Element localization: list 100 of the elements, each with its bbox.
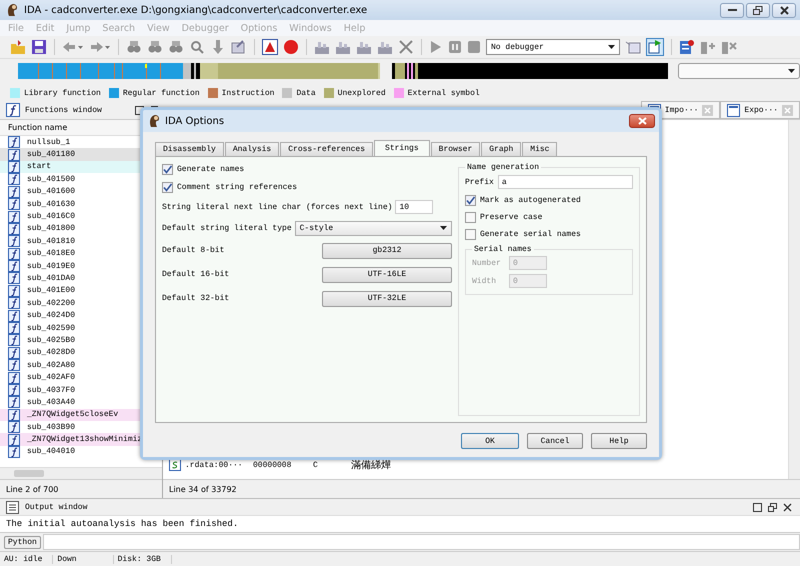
function-row[interactable]: sub_402590 — [0, 322, 162, 334]
view-tab[interactable]: Expo··· — [720, 101, 800, 119]
stop-icon[interactable] — [467, 39, 481, 55]
minimize-button[interactable] — [720, 2, 744, 18]
output-message: The initial autoanalysis has been finished. — [6, 519, 238, 529]
function-row[interactable]: sub_4025B0 — [0, 334, 162, 347]
function-icon — [8, 222, 20, 235]
dialog-tab[interactable]: Disassembly — [155, 142, 224, 156]
checkbox-label: Mark as autogenerated — [480, 196, 581, 205]
encoding-button[interactable]: gb2312 — [322, 242, 452, 258]
literal-type-dropdown[interactable]: C-style — [294, 220, 452, 236]
function-row[interactable]: sub_4024D0 — [0, 309, 162, 322]
next-line-char-field[interactable]: 10 — [395, 200, 434, 214]
segment-dropdown[interactable] — [678, 63, 800, 79]
checkbox[interactable] — [162, 164, 173, 175]
function-row[interactable]: sub_401630 — [0, 198, 162, 210]
encoding-button[interactable]: UTF-32LE — [322, 290, 452, 306]
checkbox-label: Preserve case — [480, 213, 542, 222]
cross-icon[interactable] — [398, 39, 414, 55]
warning-icon[interactable] — [262, 39, 278, 55]
dialog-tab[interactable]: Cross-references — [280, 142, 374, 156]
function-row[interactable]: sub_401DA0 — [0, 272, 162, 285]
python-button[interactable]: Python — [4, 536, 41, 548]
function-row[interactable]: sub_402200 — [0, 297, 162, 310]
checkbox-label: Generate serial names — [480, 230, 581, 239]
legend-label: Instruction — [222, 88, 274, 98]
binoculars-icon[interactable] — [147, 39, 163, 55]
dialog-tab[interactable]: Graph — [481, 142, 522, 156]
dialog-button[interactable]: Cancel — [527, 433, 583, 449]
binoculars-icon[interactable] — [168, 39, 184, 55]
function-row[interactable]: sub_401810 — [0, 235, 162, 248]
function-row[interactable]: sub_403B90 — [0, 420, 162, 434]
checkbox[interactable] — [465, 229, 476, 240]
panel-title: Functions window — [25, 106, 103, 114]
function-icon — [8, 408, 20, 421]
open-folder-icon[interactable] — [10, 39, 26, 55]
string-icon — [169, 459, 181, 471]
table-icon — [727, 104, 740, 116]
forward-arrow-icon[interactable] — [89, 39, 111, 55]
function-row[interactable]: sub_401500 — [0, 173, 162, 186]
field-label: Default string literal type — [162, 224, 292, 232]
function-row[interactable]: sub_4037F0 — [0, 384, 162, 396]
legend-label: Regular function — [122, 88, 200, 98]
dialog-button[interactable]: OK — [461, 433, 519, 449]
function-row[interactable]: sub_401600 — [0, 186, 162, 198]
function-icon — [8, 235, 20, 248]
function-row[interactable]: sub_4019E0 — [0, 260, 162, 272]
close-icon[interactable] — [783, 502, 792, 512]
function-icon — [8, 248, 20, 260]
checkbox[interactable] — [465, 195, 476, 206]
field-label: Width — [472, 276, 498, 286]
search-icon[interactable] — [189, 39, 205, 55]
function-row[interactable]: sub_402AF0 — [0, 371, 162, 384]
minimize-icon — [728, 8, 736, 12]
checkbox[interactable] — [465, 212, 476, 223]
pause-icon[interactable] — [448, 39, 462, 55]
function-icon — [8, 198, 20, 210]
save-icon[interactable] — [31, 39, 47, 55]
function-row[interactable]: sub_4028D0 — [0, 346, 162, 360]
caret-icon — [788, 69, 795, 73]
legend-label: Unexplored — [338, 88, 386, 98]
close-button[interactable] — [629, 114, 655, 128]
status-field: AU: idle — [0, 554, 54, 564]
function-row[interactable]: sub_401E00 — [0, 284, 162, 298]
dialog-tab[interactable]: Browser — [430, 142, 480, 156]
binoculars-icon[interactable] — [126, 39, 142, 55]
close-button[interactable] — [772, 2, 796, 18]
horizontal-scrollbar[interactable] — [0, 467, 162, 479]
function-row[interactable]: sub_403A40 — [0, 396, 162, 409]
back-arrow-icon[interactable] — [62, 39, 84, 55]
maximize-icon[interactable] — [753, 502, 762, 512]
function-row[interactable]: sub_4016C0 — [0, 210, 162, 223]
encoding-button[interactable]: UTF-16LE — [322, 266, 452, 282]
debugger-dropdown[interactable]: No debugger — [486, 39, 620, 55]
prefix-field[interactable]: a — [498, 175, 633, 189]
panel-title: Output window — [25, 502, 88, 512]
function-row[interactable]: sub_402A80 — [0, 359, 162, 372]
legend-label: Data — [296, 88, 316, 98]
dialog-tab[interactable]: Strings — [374, 140, 430, 156]
function-icon — [8, 210, 20, 223]
command-input-field[interactable] — [42, 534, 800, 550]
function-icon — [8, 446, 20, 458]
function-row[interactable]: sub_4018E0 — [0, 248, 162, 260]
dialog-tab[interactable]: Analysis — [224, 142, 280, 156]
function-icon — [8, 173, 20, 186]
vertical-scrollbar[interactable] — [788, 120, 800, 479]
function-row[interactable]: sub_404010 — [0, 446, 162, 458]
navigation-band-drawing[interactable] — [18, 63, 668, 79]
field-label: Default 32-bit — [162, 294, 230, 303]
function-icon — [6, 103, 20, 117]
dialog-title: IDA Options — [165, 116, 226, 126]
dialog-button[interactable]: Help — [591, 433, 647, 449]
dialog-tab[interactable]: Misc — [522, 142, 558, 156]
record-icon[interactable] — [283, 39, 299, 55]
restore-button[interactable] — [746, 2, 770, 18]
restore-icon[interactable] — [768, 502, 777, 512]
down-arrow-icon[interactable] — [210, 39, 226, 55]
function-row[interactable]: sub_401800 — [0, 222, 162, 236]
play-icon[interactable] — [429, 39, 443, 55]
checkbox[interactable] — [162, 182, 173, 193]
